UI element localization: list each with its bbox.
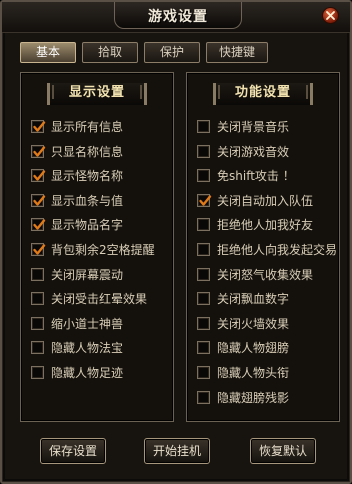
checkmark-icon	[33, 121, 46, 132]
checkbox-row[interactable]: 显示血条与值	[31, 192, 171, 210]
checkbox-row[interactable]: 只显名称信息	[31, 143, 171, 161]
checkbox-unchecked[interactable]	[31, 341, 44, 355]
checkbox-label: 只显名称信息	[51, 144, 124, 159]
checkmark-icon	[33, 145, 46, 157]
checkbox-label: 隐藏人物足迹	[51, 366, 124, 380]
save-settings-button[interactable]: 保存设置	[40, 438, 106, 464]
checkbox-row[interactable]: 免shift攻击 ！	[197, 167, 337, 185]
checkbox-checked[interactable]	[31, 193, 46, 207]
tab-basic[interactable]: 基本	[20, 42, 76, 63]
checkbox-unchecked[interactable]	[31, 366, 44, 379]
checkbox-row[interactable]: 关闭游戏音效	[197, 143, 337, 161]
window-title: 游戏设置	[148, 9, 208, 25]
checkbox-unchecked[interactable]	[197, 267, 210, 281]
checkbox-label: 隐藏人物法宝	[51, 341, 124, 356]
checkbox-label: 缩小道士神兽	[51, 316, 124, 331]
function-settings-title: 功能设置	[213, 83, 313, 105]
checkbox-row[interactable]: 关闭飘血数字	[197, 290, 337, 308]
checkbox-row[interactable]: 关闭火墙效果	[197, 315, 337, 333]
close-icon	[326, 11, 335, 20]
checkbox-label: 拒绝他人向我发起交易	[217, 243, 338, 257]
checkbox-row[interactable]: 显示所有信息	[31, 118, 171, 136]
function-settings-panel: 功能设置 关闭背景音乐 关闭游戏音效 免shift攻击 ！ 关闭自动加入队伍 拒绝他人加…	[186, 72, 340, 422]
checkmark-icon	[33, 219, 46, 231]
checkbox-row[interactable]: 关闭受击红晕效果	[31, 290, 171, 308]
checkbox-row[interactable]: 拒绝他人加我好友	[197, 216, 337, 234]
checkbox-row[interactable]: 关闭怒气收集效果	[197, 266, 337, 284]
checkbox-checked[interactable]	[31, 169, 46, 183]
checkbox-label: 关闭背景音乐	[217, 120, 290, 134]
checkbox-unchecked[interactable]	[197, 243, 210, 256]
checkbox-checked[interactable]	[31, 218, 46, 232]
display-settings-panel: 显示设置 显示所有信息 只显名称信息 显示怪物名称 显示血条与值 显示物品名字背包剩余2…	[20, 72, 174, 422]
title-bar[interactable]: 游戏设置	[2, 2, 350, 33]
checkbox-row[interactable]: 隐藏人物头衔	[197, 364, 337, 382]
display-settings-title: 显示设置	[47, 83, 147, 105]
checkbox-unchecked[interactable]	[31, 316, 44, 330]
checkbox-row[interactable]: 显示怪物名称	[31, 167, 171, 185]
checkbox-label: 显示物品名字	[51, 218, 124, 233]
checkbox-row[interactable]: 隐藏人物足迹	[31, 364, 171, 382]
restore-defaults-button[interactable]: 恢复默认	[250, 438, 316, 464]
checkbox-unchecked[interactable]	[197, 390, 210, 404]
title-cap: 游戏设置	[114, 2, 242, 29]
checkbox-label: 免shift攻击 ！	[217, 169, 295, 184]
checkbox-label: 关闭火墙效果	[217, 316, 290, 331]
checkbox-label: 隐藏翅膀残影	[217, 390, 290, 405]
checkbox-checked[interactable]	[31, 120, 46, 133]
tab-pickup[interactable]: 拾取	[82, 42, 138, 63]
checkmark-icon	[33, 195, 46, 206]
checkbox-row[interactable]: 拒绝他人向我发起交易	[197, 241, 337, 259]
checkbox-row[interactable]: 隐藏翅膀残影	[197, 389, 337, 407]
checkbox-label: 背包剩余2空格提醒	[51, 243, 155, 257]
checkbox-label: 隐藏人物头衔	[217, 366, 290, 380]
checkbox-unchecked[interactable]	[197, 341, 210, 355]
checkbox-row[interactable]: 关闭屏幕震动	[31, 266, 171, 284]
checkbox-label: 隐藏人物翅膀	[217, 341, 290, 356]
checkbox-unchecked[interactable]	[197, 169, 210, 183]
checkbox-row[interactable]: 背包剩余2空格提醒	[31, 241, 171, 259]
checkbox-label: 显示怪物名称	[51, 169, 124, 184]
start-autoplay-button[interactable]: 开始挂机	[144, 438, 210, 464]
checkbox-unchecked[interactable]	[31, 292, 44, 306]
checkbox-label: 关闭怒气收集效果	[217, 267, 314, 282]
checkbox-label: 关闭飘血数字	[217, 292, 290, 307]
checkbox-row[interactable]: 显示物品名字	[31, 216, 171, 234]
checkbox-label: 关闭屏幕震动	[51, 267, 124, 282]
checkbox-unchecked[interactable]	[197, 292, 210, 306]
checkbox-unchecked[interactable]	[197, 120, 210, 133]
checkbox-checked[interactable]	[197, 193, 212, 207]
checkbox-label: 显示血条与值	[51, 193, 124, 208]
checkmark-icon	[33, 170, 46, 181]
checkmark-icon	[199, 195, 212, 206]
checkbox-unchecked[interactable]	[197, 316, 210, 330]
checkbox-label: 拒绝他人加我好友	[217, 218, 314, 233]
settings-window: 游戏设置 基本 拾取 保护 快捷键 显示设置 显示所有信息 只显名称信息 显示怪物名…	[0, 0, 352, 484]
tab-hotkeys[interactable]: 快捷键	[206, 42, 268, 63]
checkbox-row[interactable]: 关闭背景音乐	[197, 118, 337, 136]
checkbox-checked[interactable]	[31, 243, 46, 256]
checkbox-checked[interactable]	[31, 144, 46, 158]
checkbox-unchecked[interactable]	[197, 366, 210, 379]
checkbox-unchecked[interactable]	[197, 144, 210, 158]
checkmark-icon	[33, 244, 46, 255]
checkbox-label: 关闭自动加入队伍	[217, 193, 314, 208]
checkbox-unchecked[interactable]	[31, 267, 44, 281]
checkbox-row[interactable]: 关闭自动加入队伍	[197, 192, 337, 210]
checkbox-row[interactable]: 隐藏人物翅膀	[197, 339, 337, 357]
checkbox-label: 显示所有信息	[51, 120, 124, 134]
tab-protect[interactable]: 保护	[144, 42, 200, 63]
close-button[interactable]	[322, 7, 339, 24]
checkbox-row[interactable]: 隐藏人物法宝	[31, 339, 171, 357]
checkbox-row[interactable]: 缩小道士神兽	[31, 315, 171, 333]
checkbox-unchecked[interactable]	[197, 218, 210, 232]
checkbox-label: 关闭游戏音效	[217, 144, 290, 159]
checkbox-label: 关闭受击红晕效果	[51, 292, 148, 307]
